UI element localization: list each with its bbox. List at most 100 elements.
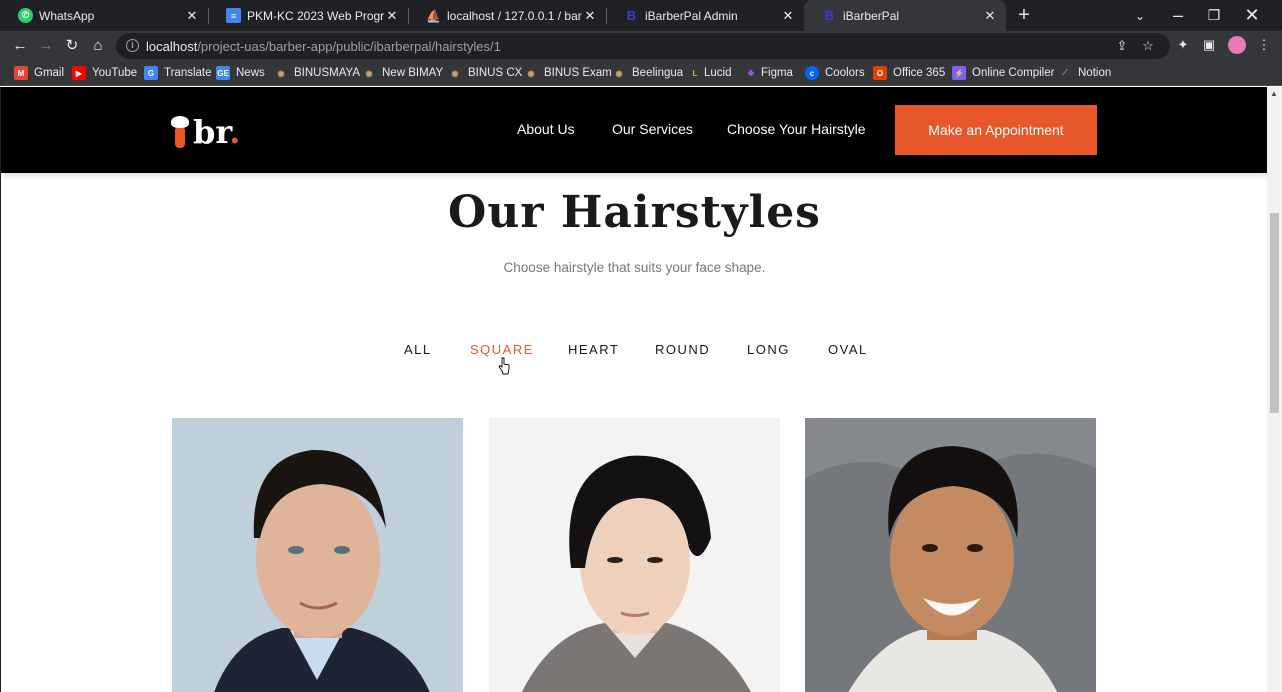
side-panel-icon[interactable]: ▣ [1201, 37, 1217, 53]
hairstyle-card-1[interactable] [172, 418, 463, 692]
binus-icon: ◉ [365, 68, 373, 78]
new-tab-plus-icon[interactable]: + [1014, 5, 1034, 25]
forward-arrow-icon[interactable]: → [36, 36, 56, 56]
hairstyle-card-3[interactable] [805, 418, 1096, 692]
office-icon: O [873, 66, 887, 80]
binus-icon: ◉ [277, 68, 285, 78]
logo-dot: . [229, 113, 241, 151]
bookmark-label: Lucid [704, 67, 732, 79]
bookmark-news[interactable]: GE News [216, 65, 265, 81]
bookmark-star-icon[interactable]: ☆ [1140, 38, 1156, 54]
hairstyle-photo [805, 418, 1096, 692]
bookmark-gmail[interactable]: M Gmail [14, 65, 64, 81]
shaving-brush-icon [171, 116, 189, 148]
bookmark-coolors[interactable]: c Coolors [805, 65, 865, 81]
tab-title: iBarberPal [843, 8, 900, 23]
url-path: /project-uas/barber-app/public/ibarberpa… [197, 39, 501, 54]
bookmark-label: Translate [164, 67, 212, 79]
close-icon[interactable]: ✕ [780, 8, 796, 24]
extensions-puzzle-icon[interactable]: ✦ [1175, 37, 1191, 53]
bookmark-beelingua[interactable]: ◉ Beelingua [612, 65, 684, 81]
close-icon[interactable]: ✕ [384, 8, 400, 24]
more-menu-icon[interactable]: ⋮ [1256, 37, 1272, 53]
url-text[interactable]: localhost/project-uas/barber-app/public/… [146, 39, 501, 54]
bookmark-label: New BIMAY [382, 67, 444, 79]
profile-avatar[interactable] [1228, 36, 1246, 54]
binus-icon: ◉ [527, 68, 535, 78]
bookmarks-bar: M Gmail ▶ YouTube G Translate GE News ◉ BINUS… [0, 60, 1282, 86]
browser-tab-whatsapp[interactable]: ✆ WhatsApp ✕ [0, 0, 208, 31]
bookmark-label: Gmail [34, 67, 65, 79]
scroll-up-arrow-icon[interactable]: ▲ [1270, 89, 1278, 98]
bookmark-label: BINUS CX [468, 67, 523, 79]
bookmark-translate[interactable]: G Translate [144, 65, 212, 81]
translate-icon: G [144, 66, 158, 80]
browser-tab-phpmyadmin[interactable]: ⛵ localhost / 127.0.0.1 / barber-app ✕ [408, 0, 606, 31]
share-icon[interactable]: ⇪ [1114, 38, 1130, 54]
logo-text: br [193, 113, 230, 151]
back-arrow-icon[interactable]: ← [10, 36, 30, 56]
bookmark-youtube[interactable]: ▶ YouTube [72, 65, 137, 81]
page-scrollbar[interactable]: ▲ [1267, 87, 1282, 692]
filter-round[interactable]: ROUND [655, 342, 710, 357]
make-appointment-button[interactable]: Make an Appointment [895, 105, 1097, 155]
hairstyle-card-2[interactable] [489, 418, 780, 692]
bookmark-figma[interactable]: ❖ Figma [746, 65, 793, 81]
browser-tab-strip: ✆ WhatsApp ✕ ≡ PKM-KC 2023 Web Programmi… [0, 0, 1282, 31]
home-icon[interactable]: ⌂ [88, 36, 108, 56]
bookmark-office-365[interactable]: O Office 365 [873, 65, 945, 81]
filter-all[interactable]: ALL [404, 342, 432, 357]
bookmark-label: Beelingua [632, 67, 684, 79]
gmail-icon: M [14, 66, 28, 80]
google-docs-icon: ≡ [226, 8, 241, 23]
bookmark-label: News [236, 67, 265, 79]
page-viewport: br. About Us Our Services Choose Your Ha… [0, 87, 1267, 692]
bookmark-label: BINUS Exam [544, 67, 612, 79]
close-window-icon[interactable]: ✕ [1232, 0, 1272, 31]
page-subtitle: Choose hairstyle that suits your face sh… [503, 260, 766, 275]
browser-tab-admin[interactable]: B iBarberPal Admin ✕ [606, 0, 804, 31]
filter-heart[interactable]: HEART [568, 342, 619, 357]
notion-icon: ⟋ [1062, 68, 1068, 77]
nav-choose-hairstyle[interactable]: Choose Your Hairstyle [727, 121, 866, 137]
close-icon[interactable]: ✕ [582, 8, 598, 24]
bookmark-label: Online Compiler [972, 67, 1055, 79]
nav-our-services[interactable]: Our Services [612, 121, 693, 137]
browser-toolbar: ← → ↻ ⌂ i localhost/project-uas/barber-a… [0, 31, 1282, 60]
close-icon[interactable]: ✕ [184, 8, 200, 24]
url-host: localhost [146, 39, 198, 54]
nav-about-us[interactable]: About Us [517, 121, 575, 137]
hairstyle-photo [489, 418, 780, 692]
site-header: br. About Us Our Services Choose Your Ha… [1, 87, 1267, 173]
bookmark-notion[interactable]: ⟋ Notion [1058, 65, 1111, 81]
binus-icon: ◉ [451, 68, 459, 78]
bookmark-label: Figma [761, 67, 793, 79]
page-title: Our Hairstyles [448, 187, 821, 238]
bookmark-binusmaya[interactable]: ◉ BINUSMAYA [274, 65, 361, 81]
whatsapp-icon: ✆ [18, 8, 33, 23]
maximize-icon[interactable]: ❐ [1196, 0, 1232, 31]
bookmark-label: YouTube [92, 67, 138, 79]
reload-icon[interactable]: ↻ [62, 36, 82, 56]
browser-tab-ibarberpal[interactable]: B iBarberPal ✕ [804, 0, 1006, 31]
minimize-icon[interactable]: – [1160, 0, 1196, 31]
bookmark-label: Office 365 [893, 67, 946, 79]
scrollbar-thumb[interactable] [1270, 213, 1279, 413]
bookmark-new-bimay[interactable]: ◉ New BIMAY [362, 65, 444, 81]
bootstrap-icon: B [626, 8, 637, 23]
address-bar[interactable]: i localhost/project-uas/barber-app/publi… [116, 33, 1170, 59]
youtube-icon: ▶ [72, 66, 86, 80]
filter-long[interactable]: LONG [747, 342, 790, 357]
tab-search-chevron-icon[interactable]: ⌄ [1120, 0, 1160, 31]
site-info-icon[interactable]: i [126, 39, 139, 52]
filter-oval[interactable]: OVAL [828, 342, 868, 357]
bookmark-label: BINUSMAYA [294, 67, 361, 79]
bookmark-binus-exam[interactable]: ◉ BINUS Exam [524, 65, 612, 81]
bookmark-online-compiler[interactable]: ⚡ Online Compiler [952, 65, 1054, 81]
bookmark-binus-cx[interactable]: ◉ BINUS CX [448, 65, 523, 81]
browser-tab-docs[interactable]: ≡ PKM-KC 2023 Web Programming ✕ [208, 0, 408, 31]
site-logo[interactable]: br. [171, 114, 240, 148]
filter-square[interactable]: SQUARE [470, 342, 534, 357]
bookmark-lucid[interactable]: L Lucid [690, 65, 732, 81]
close-icon[interactable]: ✕ [982, 8, 998, 24]
